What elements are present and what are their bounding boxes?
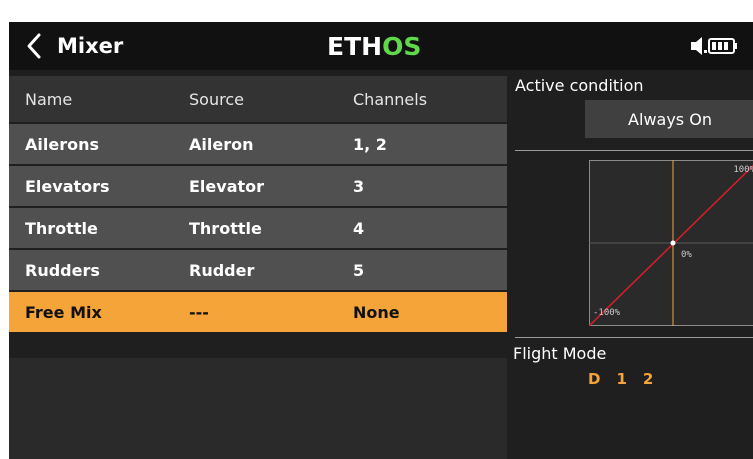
row-source: Throttle <box>189 218 262 238</box>
curve-label-top: 100% <box>733 165 753 175</box>
row-channels: None <box>353 302 400 322</box>
flight-mode-d[interactable]: D <box>588 370 600 388</box>
chevron-left-icon <box>23 29 49 63</box>
top-bar: Mixer ETH OS <box>9 22 753 70</box>
table-row-elevators[interactable]: Elevators Elevator 3 <box>9 166 507 206</box>
volume-battery-icon[interactable] <box>689 34 739 58</box>
mix-details-panel: Active condition Always On 100% 0% -100%… <box>507 70 753 459</box>
table-row-throttle[interactable]: Throttle Throttle 4 <box>9 208 507 248</box>
table-row-ailerons[interactable]: Ailerons Aileron 1, 2 <box>9 124 507 164</box>
row-name: Ailerons <box>25 134 99 154</box>
flight-mode-list: D 1 2 <box>588 370 653 388</box>
page-title: Mixer <box>57 34 124 58</box>
column-header-source: Source <box>189 89 244 109</box>
row-name: Elevators <box>25 176 110 196</box>
row-source: Elevator <box>189 176 265 196</box>
column-header-channels: Channels <box>353 89 428 109</box>
row-channels: 4 <box>353 218 365 238</box>
row-name: Throttle <box>25 218 98 238</box>
curve-center-point <box>670 240 676 246</box>
mixer-screen: Mixer ETH OS Name Source Channels Aileron… <box>9 22 753 459</box>
flight-mode-1[interactable]: 1 <box>616 370 626 388</box>
table-row-free-mix[interactable]: Free Mix --- None <box>9 292 507 332</box>
divider <box>515 337 753 338</box>
row-name: Rudders <box>25 260 100 280</box>
mix-curve-graph: 100% 0% -100% <box>589 160 753 326</box>
row-source: Rudder <box>189 260 255 280</box>
flight-mode-2[interactable]: 2 <box>643 370 653 388</box>
ethos-logo: ETH OS <box>327 31 422 61</box>
table-empty-area <box>9 358 507 459</box>
back-button[interactable]: Mixer <box>23 29 123 63</box>
curve-label-bottom: -100% <box>593 308 621 318</box>
flight-mode-label: Flight Mode <box>513 344 607 363</box>
row-source: --- <box>189 302 209 322</box>
table-row-rudders[interactable]: Rudders Rudder 5 <box>9 250 507 290</box>
divider <box>515 150 753 151</box>
row-name: Free Mix <box>25 302 102 322</box>
row-source: Aileron <box>189 134 254 154</box>
active-condition-label: Active condition <box>515 76 644 95</box>
row-channels: 5 <box>353 260 365 280</box>
active-condition-selector[interactable]: Always On <box>585 100 753 138</box>
column-header-name: Name <box>25 89 73 109</box>
row-channels: 1, 2 <box>353 134 387 154</box>
table-header: Name Source Channels <box>9 76 507 122</box>
curve-label-center: 0% <box>681 250 692 260</box>
mixer-table: Name Source Channels Ailerons Aileron 1,… <box>9 76 507 332</box>
row-channels: 3 <box>353 176 365 196</box>
